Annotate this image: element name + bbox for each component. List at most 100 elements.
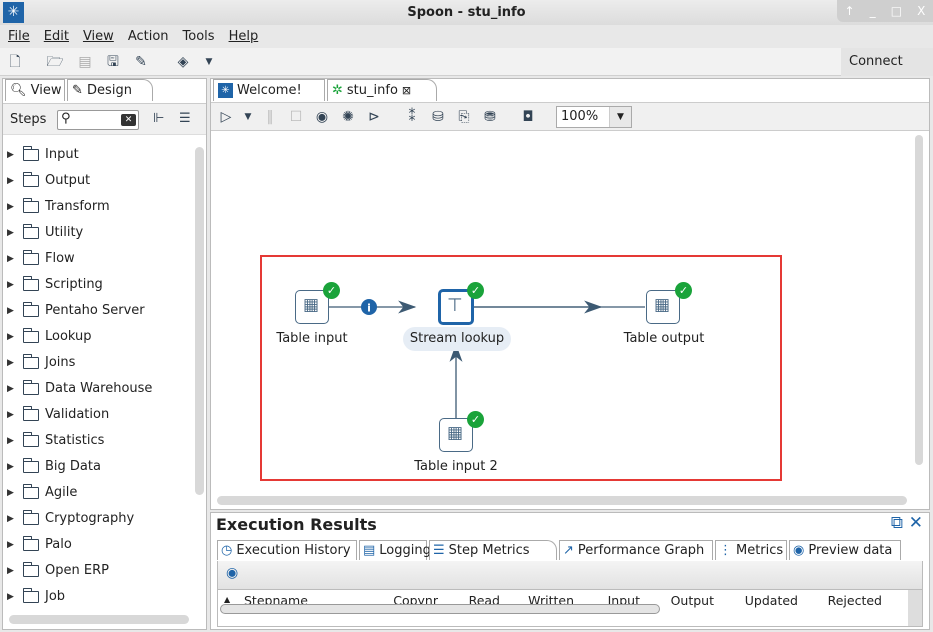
minimize-button[interactable]: _: [870, 4, 876, 18]
zoom-select[interactable]: 100% ▼: [556, 106, 632, 128]
run-icon[interactable]: ▷: [217, 108, 235, 126]
expand-tree-icon[interactable]: ☰: [179, 111, 191, 126]
table-horizontal-scrollbar[interactable]: [220, 604, 660, 614]
menu-view[interactable]: View: [83, 29, 114, 44]
tree-vertical-scrollbar[interactable]: [195, 147, 204, 495]
expand-triangle-icon[interactable]: ▶: [7, 195, 17, 219]
expand-triangle-icon[interactable]: ▶: [7, 559, 17, 583]
layers-dropdown-icon[interactable]: ▼: [200, 53, 218, 71]
expand-triangle-icon[interactable]: ▶: [7, 299, 17, 323]
tree-category-joins[interactable]: ▶ Joins: [7, 351, 75, 375]
explore-db-icon[interactable]: ⛃: [481, 108, 499, 126]
tab-performance-graph[interactable]: ↗ Performance Graph: [559, 540, 713, 560]
preview-icon[interactable]: ◉: [313, 108, 331, 126]
tree-category-big-data[interactable]: ▶ Big Data: [7, 455, 101, 479]
eye-icon[interactable]: ◉: [226, 565, 238, 581]
tree-category-output[interactable]: ▶ Output: [7, 169, 90, 193]
pause-icon[interactable]: ‖: [261, 108, 279, 126]
close-panel-icon[interactable]: ✕: [909, 513, 923, 533]
expand-triangle-icon[interactable]: ▶: [7, 377, 17, 401]
replay-icon[interactable]: ⊳: [365, 108, 383, 126]
impact-icon[interactable]: ⛁: [429, 108, 447, 126]
sql-icon[interactable]: ⎘: [455, 108, 473, 126]
tree-category-flow[interactable]: ▶ Flow: [7, 247, 75, 271]
steps-search-input[interactable]: ⚲ ✕: [57, 110, 139, 130]
run-dropdown-icon[interactable]: ▼: [239, 108, 257, 126]
expand-triangle-icon[interactable]: ▶: [7, 403, 17, 427]
tab-logging[interactable]: ▤ Logging: [359, 540, 431, 560]
collapse-tree-icon[interactable]: ⊩: [153, 111, 164, 126]
transformation-canvas[interactable]: i ▦ ✓ Table input ⊤ ✓ Stream lookup ▦ ✓ …: [215, 133, 913, 495]
tree-category-utility[interactable]: ▶ Utility: [7, 221, 83, 245]
node-table-output[interactable]: ▦: [646, 290, 680, 324]
maximize-up-button[interactable]: ↑: [845, 4, 855, 18]
open-file-icon[interactable]: 🗁: [46, 53, 64, 71]
tab-preview-data[interactable]: ◉ Preview data: [789, 540, 901, 560]
tree-category-transform[interactable]: ▶ Transform: [7, 195, 110, 219]
expand-triangle-icon[interactable]: ▶: [7, 325, 17, 349]
tree-category-scripting[interactable]: ▶ Scripting: [7, 273, 103, 297]
expand-triangle-icon[interactable]: ▶: [7, 455, 17, 479]
sort-asc-icon[interactable]: ▲: [224, 595, 230, 604]
menu-action[interactable]: Action: [128, 29, 169, 44]
tab-metrics[interactable]: ⋮ Metrics: [715, 540, 787, 560]
expand-triangle-icon[interactable]: ▶: [7, 143, 17, 167]
expand-triangle-icon[interactable]: ▶: [7, 429, 17, 453]
tab-step-metrics[interactable]: ☰ Step Metrics: [429, 540, 557, 560]
show-results-icon[interactable]: ◘: [519, 108, 537, 126]
canvas-vertical-scrollbar[interactable]: [915, 135, 923, 465]
tree-category-statistics[interactable]: ▶ Statistics: [7, 429, 104, 453]
menu-edit[interactable]: Edit: [44, 29, 69, 44]
tab-execution-history[interactable]: ◷ Execution History: [217, 540, 357, 560]
tree-category-validation[interactable]: ▶ Validation: [7, 403, 109, 427]
tree-horizontal-scrollbar[interactable]: [9, 615, 189, 624]
expand-triangle-icon[interactable]: ▶: [7, 169, 17, 193]
tab-view[interactable]: 🔍︎ View: [5, 79, 65, 101]
table-vertical-scrollbar[interactable]: [908, 590, 922, 626]
expand-triangle-icon[interactable]: ▶: [7, 533, 17, 557]
tree-category-palo[interactable]: ▶ Palo: [7, 533, 72, 557]
column-header-rejected[interactable]: Rejected: [822, 593, 882, 608]
check-icon: ✓: [467, 411, 484, 428]
expand-triangle-icon[interactable]: ▶: [7, 585, 17, 609]
expand-triangle-icon[interactable]: ▶: [7, 351, 17, 375]
expand-triangle-icon[interactable]: ▶: [7, 507, 17, 531]
tree-category-pentaho-server[interactable]: ▶ Pentaho Server: [7, 299, 145, 323]
menu-file[interactable]: File: [8, 29, 30, 44]
tab-stu-info[interactable]: ✲ stu_info ⊠: [327, 79, 437, 101]
verify-icon[interactable]: ⁑: [403, 108, 421, 126]
menu-tools[interactable]: Tools: [183, 29, 215, 44]
new-file-icon[interactable]: 🗋: [6, 53, 24, 71]
canvas-horizontal-scrollbar[interactable]: [217, 496, 907, 505]
expand-triangle-icon[interactable]: ▶: [7, 221, 17, 245]
column-header-updated[interactable]: Updated: [738, 593, 798, 608]
close-tab-icon[interactable]: ⊠: [402, 80, 411, 102]
tree-category-data-warehouse[interactable]: ▶ Data Warehouse: [7, 377, 152, 401]
tree-category-agile[interactable]: ▶ Agile: [7, 481, 77, 505]
explore-repository-icon[interactable]: ▤: [76, 53, 94, 71]
expand-triangle-icon[interactable]: ▶: [7, 247, 17, 271]
category-label: Statistics: [45, 433, 105, 448]
layers-icon[interactable]: ◈: [174, 53, 192, 71]
close-button[interactable]: X: [917, 4, 925, 18]
menu-help[interactable]: Help: [229, 29, 259, 44]
restore-button[interactable]: □: [891, 4, 902, 18]
tree-category-input[interactable]: ▶ Input: [7, 143, 79, 167]
tree-category-job[interactable]: ▶ Job: [7, 585, 65, 609]
maximize-panel-icon[interactable]: ⧉: [891, 513, 903, 533]
expand-triangle-icon[interactable]: ▶: [7, 481, 17, 505]
tree-category-cryptography[interactable]: ▶ Cryptography: [7, 507, 134, 531]
tree-category-open-erp[interactable]: ▶ Open ERP: [7, 559, 109, 583]
chevron-down-icon[interactable]: ▼: [609, 107, 631, 127]
save-icon[interactable]: 🖫: [104, 53, 122, 71]
connect-button[interactable]: Connect: [841, 48, 933, 76]
column-header-output[interactable]: Output: [654, 593, 714, 608]
stop-icon[interactable]: ☐: [287, 108, 305, 126]
tab-design[interactable]: ✎ Design: [67, 79, 153, 101]
tab-welcome[interactable]: ✳ Welcome!: [213, 79, 325, 101]
tree-category-lookup[interactable]: ▶ Lookup: [7, 325, 92, 349]
expand-triangle-icon[interactable]: ▶: [7, 273, 17, 297]
clear-search-icon[interactable]: ✕: [121, 114, 136, 126]
save-as-icon[interactable]: ✎: [132, 53, 150, 71]
debug-icon[interactable]: ✺: [339, 108, 357, 126]
